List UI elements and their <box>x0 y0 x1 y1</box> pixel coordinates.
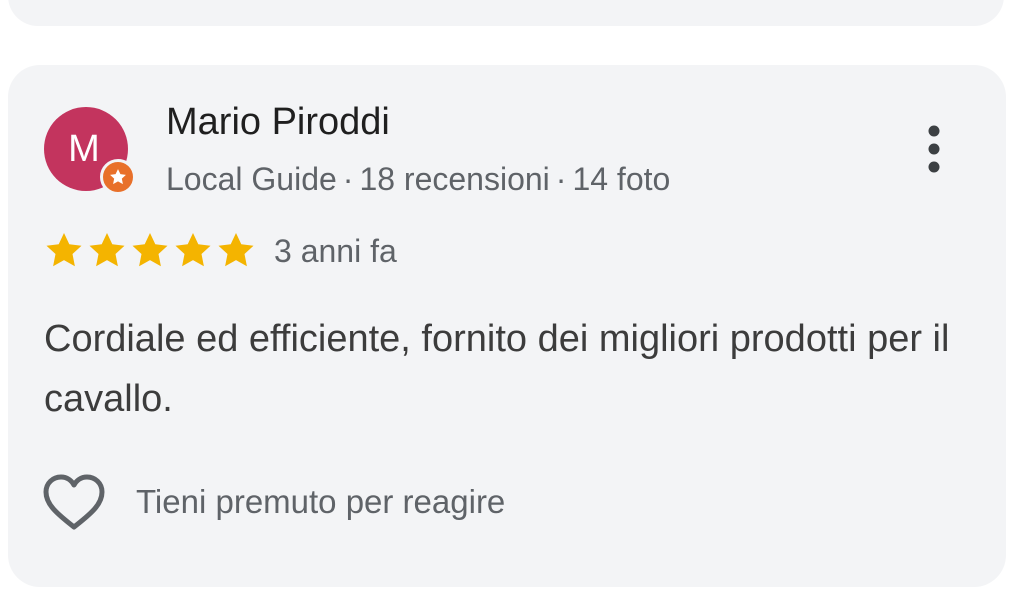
star-rating <box>44 231 256 271</box>
avatar-initial: M <box>68 128 100 170</box>
local-guide-badge-icon <box>100 159 136 195</box>
star-icon <box>218 233 254 267</box>
star-icon <box>46 233 82 267</box>
star-icon <box>175 233 211 267</box>
meta-separator: · <box>342 161 354 197</box>
reaction-label[interactable]: Tieni premuto per reagire <box>136 483 505 521</box>
review-card: M Mario Piroddi Local Guide · 18 recension… <box>8 65 1006 587</box>
more-options-icon[interactable] <box>914 123 954 179</box>
review-text: Cordiale ed efficiente, fornito dei migl… <box>44 318 950 420</box>
meta-separator: · <box>555 161 567 197</box>
previous-review-card <box>8 0 1004 26</box>
star-icon <box>132 233 168 267</box>
photos-count: 14 foto <box>572 161 671 197</box>
heart-outline-icon[interactable] <box>42 473 106 533</box>
reviewer-role: Local Guide <box>166 161 337 197</box>
reviewer-name[interactable]: Mario Piroddi <box>166 101 390 144</box>
reviews-count: 18 recensioni <box>359 161 550 197</box>
avatar[interactable]: M <box>44 107 136 195</box>
reviewer-meta: Local Guide · 18 recensioni · 14 foto <box>166 161 670 198</box>
star-icon <box>89 233 125 267</box>
review-time: 3 anni fa <box>274 233 397 269</box>
